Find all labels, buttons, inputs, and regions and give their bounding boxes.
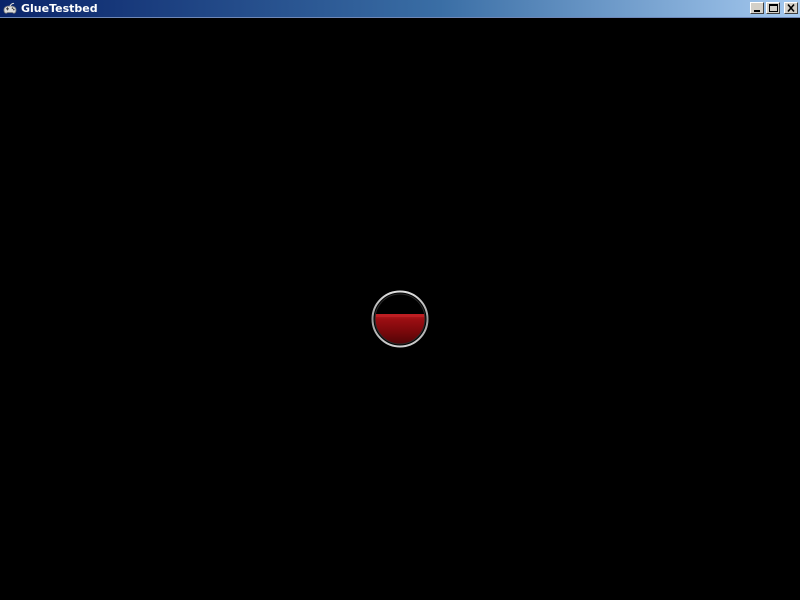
close-icon [787, 3, 795, 13]
orb-liquid [375, 314, 425, 344]
maximize-button[interactable] [766, 2, 780, 14]
window-controls [750, 2, 798, 14]
app-window: GlueTestbed [0, 0, 800, 600]
title-bar[interactable]: GlueTestbed [0, 0, 800, 18]
render-viewport[interactable] [0, 18, 800, 600]
orb-surface [375, 314, 425, 317]
health-orb [371, 290, 429, 348]
close-button[interactable] [784, 2, 798, 14]
minimize-icon [754, 10, 760, 12]
window-title: GlueTestbed [21, 1, 98, 15]
gamepad-icon[interactable] [2, 1, 18, 17]
minimize-button[interactable] [750, 2, 764, 14]
maximize-icon [769, 4, 778, 12]
